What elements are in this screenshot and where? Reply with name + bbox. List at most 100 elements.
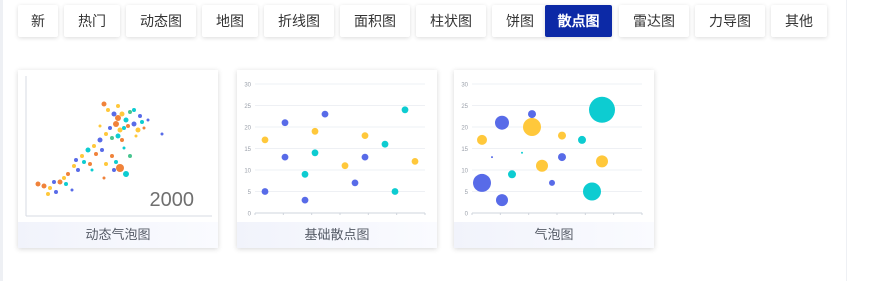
y-tick-label: 15: [244, 147, 251, 153]
scatter-point: [508, 170, 516, 179]
tab-map[interactable]: 地图: [202, 5, 258, 37]
tab-pie[interactable]: 饼图: [492, 5, 548, 37]
bubble: [101, 101, 107, 107]
tab-bar[interactable]: 柱状图: [416, 5, 486, 37]
bubble: [104, 132, 108, 136]
chart-card-basic-scatter[interactable]: 0 5 10 15 20 25 30 基础散点图: [237, 70, 437, 248]
bubble: [142, 126, 146, 130]
bubble: [135, 127, 141, 133]
left-panel-edge: [0, 0, 3, 281]
scatter-point: [391, 188, 399, 195]
bubble: [140, 120, 144, 124]
bubble: [90, 168, 94, 172]
tab-animated[interactable]: 动态图: [126, 5, 196, 37]
bubble: [92, 144, 96, 148]
scatter-point: [281, 153, 289, 161]
bubble: [160, 132, 164, 136]
scatter-point: [477, 134, 487, 145]
scatter-point: [495, 115, 509, 130]
bubble: [94, 152, 98, 156]
scatter-point: [473, 173, 491, 192]
scatter-point: [496, 194, 508, 207]
bubble: [126, 124, 130, 128]
chart-card-animated-bubble[interactable]: 2000 动态气泡图: [18, 70, 218, 248]
scatter-point: [321, 110, 329, 118]
bubble: [123, 171, 129, 177]
bubble: [46, 192, 50, 196]
bubble: [102, 176, 106, 180]
bubble: [106, 108, 110, 112]
bubble: [62, 176, 66, 180]
bubble: [80, 154, 84, 158]
bubble: [52, 180, 56, 184]
scatter-point: [401, 106, 409, 114]
bubble: [66, 172, 70, 176]
scatter-point: [491, 156, 493, 159]
y-tick-label: 15: [461, 147, 468, 153]
y-tick-label: 0: [248, 212, 252, 218]
scatter-point: [301, 170, 309, 178]
y-tick-label: 20: [461, 126, 468, 132]
bubble: [113, 121, 119, 127]
tab-line[interactable]: 折线图: [264, 5, 334, 37]
bubble: [72, 164, 76, 168]
scatter-point: [261, 136, 269, 144]
scatter-point: [311, 149, 319, 157]
card-caption: 气泡图: [454, 222, 654, 248]
scatter-point: [381, 140, 389, 148]
bubble: [131, 121, 137, 127]
scatter-point: [311, 127, 319, 135]
bubble: [112, 168, 116, 172]
chart-card-bubble[interactable]: 0 5 10 15 20 25 30 气泡图: [454, 70, 654, 248]
scatter-point: [549, 179, 555, 186]
y-tick-label: 5: [248, 190, 252, 196]
bubble: [111, 111, 117, 117]
y-tick-label: 10: [461, 169, 468, 175]
chart-thumbnail: 0 5 10 15 20 25 30: [237, 70, 437, 222]
scatter-point: [301, 196, 309, 204]
bubble: [41, 183, 47, 189]
animated-bubble-chart: 2000: [25, 76, 212, 217]
y-tick-label: 25: [244, 104, 251, 110]
tab-new[interactable]: 新: [18, 5, 58, 37]
basic-scatter-chart: 0 5 10 15 20 25 30: [244, 83, 426, 218]
y-tick-label: 25: [461, 104, 468, 110]
bubble: [128, 110, 132, 114]
bubble: [134, 134, 138, 138]
tab-other[interactable]: 其他: [771, 5, 827, 37]
scatter-point: [528, 110, 536, 119]
bubble: [132, 108, 136, 112]
tab-hot[interactable]: 热门: [64, 5, 120, 37]
bubble: [115, 133, 121, 139]
bubble: [123, 117, 129, 123]
bubble: [74, 158, 78, 162]
chart-thumbnail: 0 5 10 15 20 25 30: [454, 70, 654, 222]
scatter-point: [536, 159, 548, 172]
bubble: [114, 160, 118, 164]
scatter-point: [361, 132, 369, 139]
card-caption: 基础散点图: [237, 222, 437, 248]
bubble: [116, 164, 124, 172]
tab-force-graph[interactable]: 力导图: [695, 5, 765, 37]
year-label: 2000: [150, 189, 195, 211]
scatter-point: [341, 162, 349, 170]
bubble: [54, 190, 58, 194]
tab-area[interactable]: 面积图: [340, 5, 410, 37]
scatter-point: [558, 153, 566, 162]
scatter-point: [411, 158, 419, 165]
y-tick-label: 20: [244, 126, 251, 132]
bubble: [120, 138, 124, 142]
card-caption: 动态气泡图: [18, 222, 218, 248]
scatter-point: [583, 182, 601, 201]
bubble: [116, 104, 120, 108]
bubble: [48, 186, 52, 190]
scatter-point: [351, 179, 359, 187]
bubble: [98, 124, 102, 128]
bubble: [82, 160, 86, 164]
tab-radar[interactable]: 雷达图: [619, 5, 689, 37]
scatter-point: [578, 135, 586, 144]
tab-scatter[interactable]: 散点图: [545, 5, 612, 37]
y-tick-label: 5: [465, 190, 469, 196]
bubble: [146, 118, 150, 122]
bubble: [57, 179, 63, 185]
